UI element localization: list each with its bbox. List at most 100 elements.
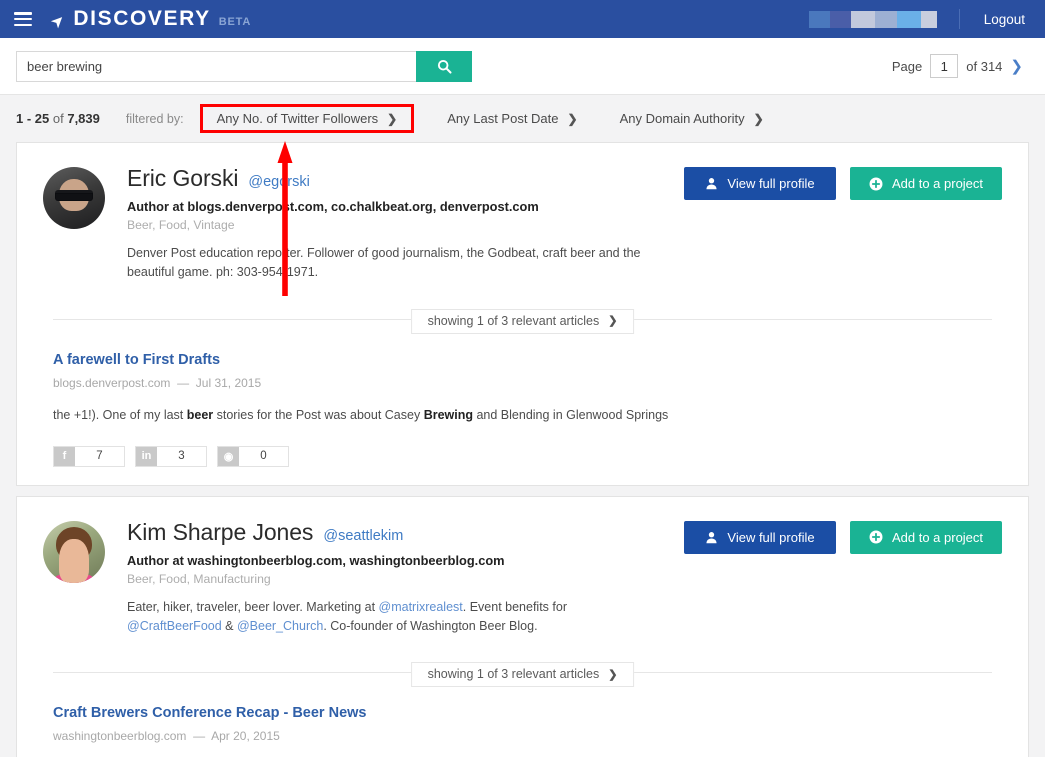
googleplus-share-count: 0	[260, 450, 267, 462]
author-domains: Author at washingtonbeerblog.com, washin…	[127, 552, 505, 568]
result-range: 1 - 25	[16, 111, 50, 126]
logout-link[interactable]: Logout	[984, 12, 1031, 27]
twitter-handle[interactable]: @egorski	[248, 174, 309, 190]
result-of-label: of	[52, 111, 64, 126]
hamburger-menu-icon[interactable]	[14, 12, 32, 26]
profile-header: Eric Gorski @egorski Author at blogs.den…	[43, 165, 1002, 283]
profile-info: Kim Sharpe Jones @seattlekim Author at w…	[127, 519, 666, 637]
article-item: Craft Brewers Conference Recap - Beer Ne…	[43, 682, 1002, 757]
card-actions: View full profile Add to a project	[684, 519, 1002, 554]
share-count-googleplus: ◉ 0	[217, 445, 289, 467]
filter-twitter-followers[interactable]: Any No. of Twitter Followers ❯	[199, 104, 415, 133]
facebook-icon: f	[54, 446, 75, 466]
facebook-share-count: 7	[96, 450, 103, 462]
profile-bio: Denver Post education reporter. Follower…	[127, 246, 641, 280]
top-bar-right: Logout	[808, 9, 1031, 29]
avatar[interactable]	[43, 167, 105, 229]
view-full-profile-label: View full profile	[727, 529, 815, 545]
topic-tags: Beer, Food, Vintage	[127, 218, 235, 232]
article-date: Jul 31, 2015	[195, 375, 262, 390]
snippet-part: stories for the Post was about Casey	[213, 407, 424, 422]
filter-bar: 1 - 25 of 7,839 filtered by: Any No. of …	[0, 95, 1045, 296]
view-full-profile-button[interactable]: View full profile	[684, 167, 836, 200]
next-page-icon[interactable]: ❯	[1010, 57, 1023, 75]
filter-last-post-date[interactable]: Any Last Post Date ❯	[438, 106, 586, 131]
view-full-profile-button[interactable]: View full profile	[684, 520, 836, 554]
article-source: washingtonbeerblog.com	[53, 729, 187, 744]
chevron-right-icon: ❯	[387, 111, 398, 126]
add-to-project-label: Add to a project	[891, 529, 984, 545]
profile-bio: Eater, hiker, traveler, beer lover. Mark…	[127, 598, 657, 637]
share-counts: f 7 in 3 ◉ 0	[53, 445, 992, 467]
page-number-input[interactable]	[930, 54, 959, 78]
snippet-part: the +1!). One of my last	[53, 407, 187, 422]
articles-separator: showing 1 of 3 relevant articles ❯	[53, 662, 992, 688]
chevron-right-icon: ❯	[608, 668, 618, 681]
relevant-articles-label: showing 1 of 3 relevant articles	[427, 667, 600, 682]
top-bar-divider	[958, 9, 960, 29]
relevant-articles-label: showing 1 of 3 relevant articles	[427, 313, 600, 328]
filtered-by-label: filtered by:	[125, 111, 184, 126]
brand-logo[interactable]: ➤ DISCOVERY BETA	[48, 7, 251, 32]
article-title[interactable]: Craft Brewers Conference Recap - Beer Ne…	[53, 705, 366, 721]
bio-mention-matrixrealest[interactable]: @matrixrealest	[379, 600, 463, 614]
page-total-label: of 314	[966, 58, 1003, 74]
bio-part: Eater, hiker, traveler, beer lover. Mark…	[127, 599, 379, 614]
bio-mention-beerchurch[interactable]: @Beer_Church	[237, 619, 323, 633]
chevron-right-icon: ❯	[608, 315, 618, 328]
user-icon	[706, 178, 717, 190]
result-card: Kim Sharpe Jones @seattlekim Author at w…	[16, 495, 1029, 757]
brand-name: DISCOVERY	[73, 7, 211, 30]
top-navigation-bar: ➤ DISCOVERY BETA Logout	[0, 0, 1045, 38]
filter-domain-authority[interactable]: Any Domain Authority ❯	[611, 106, 773, 131]
chevron-right-icon: ❯	[753, 111, 764, 126]
relevant-articles-toggle[interactable]: showing 1 of 3 relevant articles ❯	[410, 662, 635, 688]
article-item: A farewell to First Drafts blogs.denverp…	[43, 329, 1002, 467]
article-source: blogs.denverpost.com	[53, 375, 171, 390]
linkedin-share-count: 3	[178, 450, 185, 462]
card-actions: View full profile Add to a project	[684, 165, 1002, 200]
add-to-project-label: Add to a project	[891, 176, 984, 191]
linkedin-icon: in	[136, 446, 157, 466]
share-count-linkedin: in 3	[135, 445, 207, 467]
snippet-keyword: Brewing	[423, 407, 473, 422]
search-input[interactable]	[16, 50, 416, 82]
relevant-articles-toggle[interactable]: showing 1 of 3 relevant articles ❯	[410, 308, 635, 334]
search-box	[16, 50, 472, 82]
add-to-project-button[interactable]: Add to a project	[850, 520, 1002, 554]
bio-part: . Event benefits for	[462, 599, 567, 614]
result-total: 7,839	[67, 111, 100, 126]
pagination-control: Page of 314 ❯	[892, 54, 1029, 78]
user-icon	[706, 531, 717, 543]
avatar[interactable]	[43, 520, 105, 583]
add-to-project-button[interactable]: Add to a project	[850, 167, 1002, 200]
article-dash: —	[189, 729, 209, 744]
article-snippet: the +1!). One of my last beer stories fo…	[53, 406, 992, 425]
redacted-username	[808, 10, 937, 28]
filter-twitter-followers-label: Any No. of Twitter Followers	[216, 111, 379, 126]
profile-name[interactable]: Eric Gorski	[127, 165, 238, 192]
author-domains: Author at blogs.denverpost.com, co.chalk…	[127, 199, 539, 214]
profile-info: Eric Gorski @egorski Author at blogs.den…	[127, 165, 666, 283]
twitter-handle[interactable]: @seattlekim	[323, 528, 403, 544]
result-card: Eric Gorski @egorski Author at blogs.den…	[16, 142, 1029, 486]
filter-last-post-date-label: Any Last Post Date	[447, 111, 559, 126]
plus-circle-icon	[869, 177, 883, 190]
article-title[interactable]: A farewell to First Drafts	[53, 352, 220, 368]
search-row: Page of 314 ❯	[0, 38, 1045, 95]
rocket-icon: ➤	[47, 10, 70, 33]
article-meta: blogs.denverpost.com — Jul 31, 2015	[53, 376, 992, 390]
results-list: Eric Gorski @egorski Author at blogs.den…	[0, 142, 1045, 757]
profile-name[interactable]: Kim Sharpe Jones	[127, 519, 313, 546]
share-count-facebook: f 7	[53, 445, 125, 467]
page-label: Page	[891, 58, 923, 74]
snippet-keyword: beer	[186, 407, 214, 422]
profile-header: Kim Sharpe Jones @seattlekim Author at w…	[43, 519, 1002, 637]
view-full-profile-label: View full profile	[727, 176, 815, 191]
search-icon	[437, 59, 452, 74]
articles-separator: showing 1 of 3 relevant articles ❯	[53, 308, 992, 334]
article-dash: —	[173, 375, 193, 390]
article-date: Apr 20, 2015	[211, 729, 280, 744]
bio-mention-craftbeerfood[interactable]: @CraftBeerFood	[127, 619, 222, 633]
search-button[interactable]	[416, 50, 472, 82]
